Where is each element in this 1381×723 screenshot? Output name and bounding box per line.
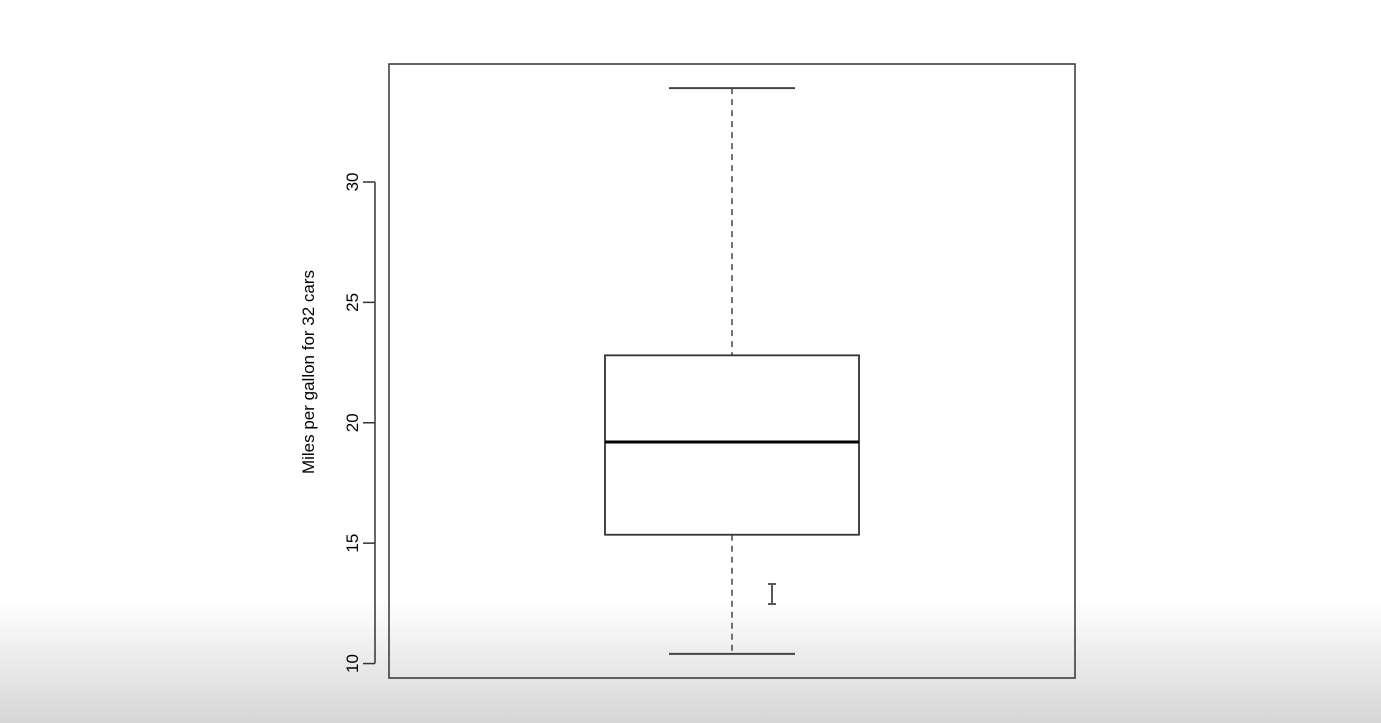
y-tick-label: 20 [343,413,362,432]
boxplot-chart: 10 15 20 25 30 Miles per gallon for 32 cars [299,63,1076,679]
y-tick-label: 30 [343,173,362,192]
y-axis-title: Miles per gallon for 32 cars [299,270,318,474]
y-tick-label: 25 [343,293,362,312]
y-axis: 10 15 20 25 30 [343,173,376,673]
interquartile-box [604,354,860,536]
text-cursor-icon [768,583,776,605]
y-tick-label: 10 [343,654,362,673]
chart-page: 10 15 20 25 30 Miles per gallon for 32 cars [0,0,1381,723]
y-tick-label: 15 [343,534,362,553]
boxplot [604,87,860,655]
